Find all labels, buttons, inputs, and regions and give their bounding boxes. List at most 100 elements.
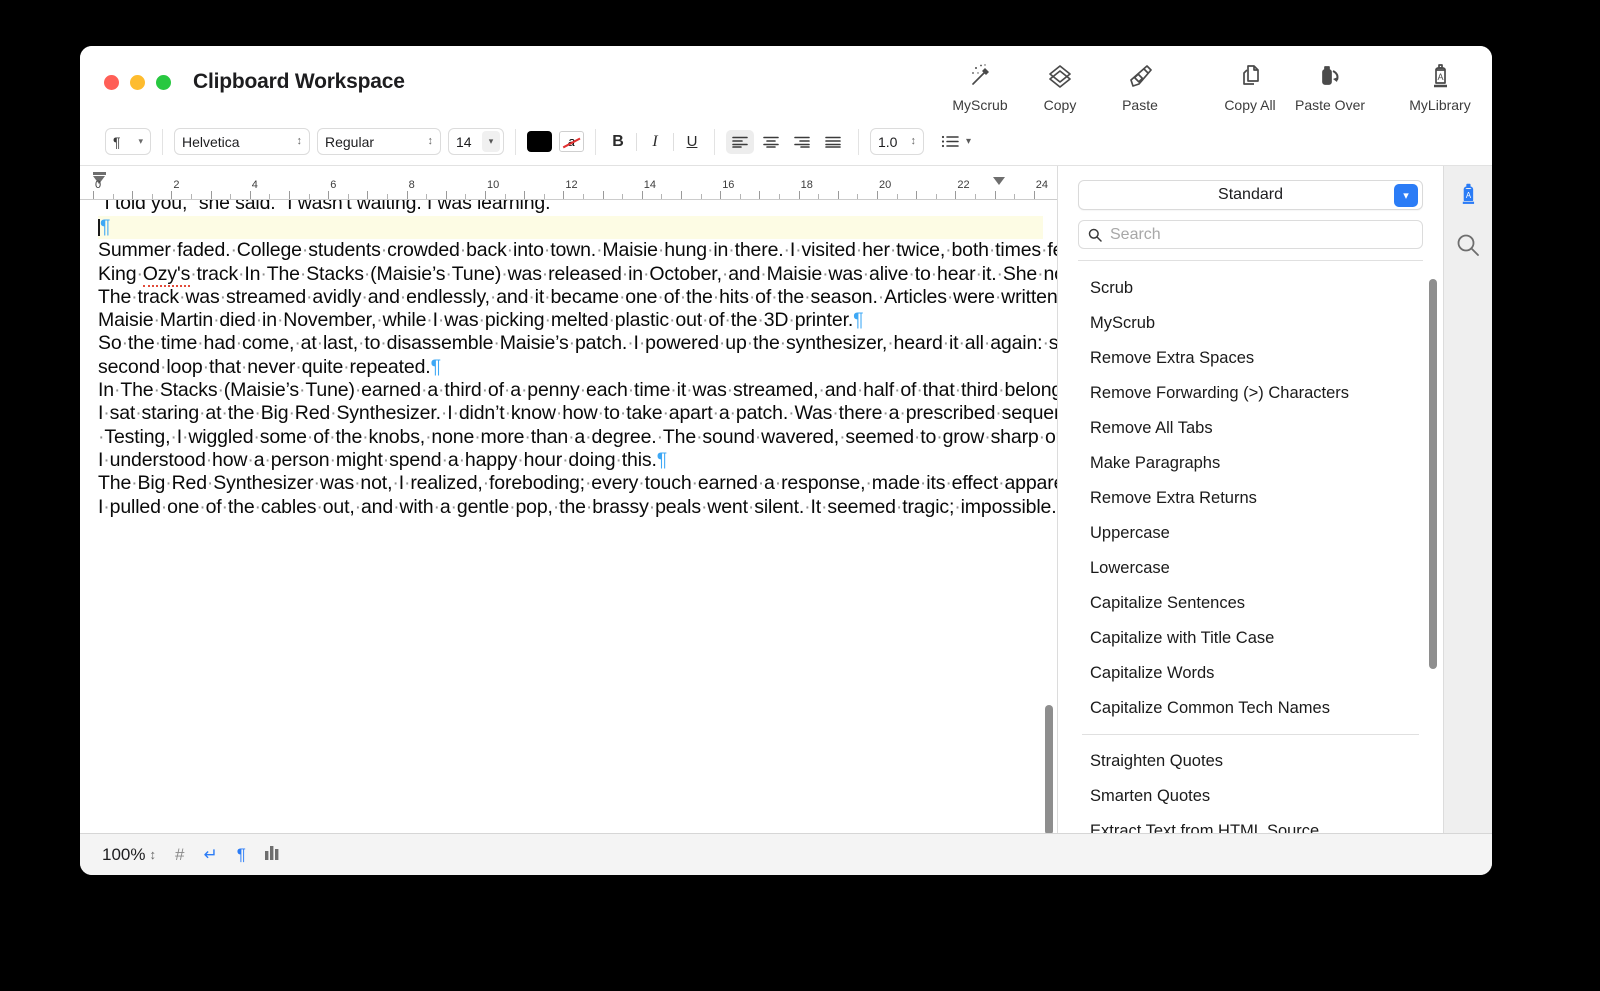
toolbar-button-copy[interactable]: Copy xyxy=(1020,52,1100,113)
document-scroll-area[interactable]: “I told you,” she said. “I wasn't waitin… xyxy=(80,200,1057,833)
first-line-indent-marker[interactable] xyxy=(93,172,106,175)
paragraph-style-select[interactable]: ¶ ▾ xyxy=(105,128,151,155)
stepper-icon[interactable]: ↕ xyxy=(149,848,156,861)
align-right-button[interactable] xyxy=(788,130,816,154)
italic-button[interactable]: I xyxy=(644,133,666,151)
ruler-tick xyxy=(799,191,800,199)
word: of xyxy=(708,309,724,331)
word: all xyxy=(965,332,984,354)
zoom-button[interactable] xyxy=(156,75,171,90)
document-paragraph[interactable]: So·the·time·had·come,·at·last,·to·disass… xyxy=(98,332,1043,379)
action-list-item[interactable]: Capitalize Words xyxy=(1058,656,1443,691)
text-color-swatch[interactable] xyxy=(527,131,552,152)
stats-bars-icon[interactable] xyxy=(265,845,282,865)
minimize-button[interactable] xyxy=(130,75,145,90)
ruler-tick xyxy=(132,191,133,199)
word: season. xyxy=(810,286,877,308)
pilcrow-invisible: ¶ xyxy=(853,309,863,331)
align-center-button[interactable] xyxy=(757,130,785,154)
action-list-item[interactable]: Uppercase xyxy=(1058,516,1443,551)
pilcrow-icon[interactable]: ¶ xyxy=(237,845,246,865)
word: spend xyxy=(389,449,441,471)
ruler-label: 6 xyxy=(330,179,336,191)
action-list-item[interactable]: Lowercase xyxy=(1058,551,1443,586)
action-list-item[interactable]: MyScrub xyxy=(1058,306,1443,341)
word: was xyxy=(692,379,726,401)
chevron-down-icon[interactable]: ▾ xyxy=(1394,184,1418,207)
toolbar-button-mylibrary[interactable]: A MyLibrary xyxy=(1400,52,1480,113)
word: brassy xyxy=(592,496,649,518)
word: every xyxy=(591,472,638,494)
word: while xyxy=(383,309,427,331)
action-list-item[interactable]: Make Paragraphs xyxy=(1058,446,1443,481)
return-arrow-icon[interactable]: ↵ xyxy=(203,845,217,865)
document-paragraph[interactable]: I·understood·how·a·person·might·spend·a·… xyxy=(98,449,1043,472)
document-paragraph[interactable]: The·track·was·streamed·avidly·and·endles… xyxy=(98,286,1043,309)
word: none xyxy=(431,426,474,448)
line-spacing-select[interactable]: 1.0 ↕ xyxy=(870,128,924,155)
actions-list[interactable]: ScrubMyScrubRemove Extra SpacesRemove Fo… xyxy=(1058,261,1443,833)
document-paragraph[interactable]: I·pulled·one·of·the·cables·out,·and·with… xyxy=(98,496,1043,519)
action-list-item[interactable]: Remove All Tabs xyxy=(1058,411,1443,446)
action-list-item[interactable]: Remove Extra Returns xyxy=(1058,481,1443,516)
ruler[interactable]: 024681012141618202224 xyxy=(80,166,1057,200)
toolbar-button-paste[interactable]: Paste xyxy=(1100,52,1180,113)
word: disassemble xyxy=(387,332,494,354)
toolbar-button-paste-over[interactable]: Paste Over xyxy=(1290,52,1370,113)
action-list-item[interactable]: Scrub xyxy=(1058,271,1443,306)
action-list-item[interactable]: Capitalize Common Tech Names xyxy=(1058,691,1443,726)
word: hear xyxy=(937,263,975,285)
action-list-item[interactable]: Capitalize Sentences xyxy=(1058,586,1443,621)
action-list-item[interactable]: Remove Forwarding (>) Characters xyxy=(1058,376,1443,411)
preset-select[interactable]: Standard ▾ xyxy=(1078,180,1423,210)
word: of xyxy=(664,286,680,308)
document-text[interactable]: “I told you,” she said. “I wasn't waitin… xyxy=(80,200,1057,519)
actions-scrollbar-thumb[interactable] xyxy=(1429,279,1437,669)
hash-icon[interactable]: # xyxy=(175,845,184,865)
align-left-button[interactable] xyxy=(726,130,754,154)
underline-button[interactable]: U xyxy=(681,133,703,150)
font-style-select[interactable]: Regular ↕ xyxy=(317,128,441,155)
font-size-select[interactable]: 14 ▾ xyxy=(448,128,504,155)
word: take xyxy=(626,402,662,424)
chevron-down-icon[interactable]: ▾ xyxy=(482,131,500,152)
word: each xyxy=(586,379,628,401)
ruler-tick xyxy=(622,194,623,199)
highlight-color-swatch[interactable]: a xyxy=(559,131,584,152)
word: and xyxy=(825,379,857,401)
word: Articles xyxy=(884,286,947,308)
word: soaring xyxy=(1049,332,1057,354)
action-list-item[interactable]: Remove Extra Spaces xyxy=(1058,341,1443,376)
document-paragraph[interactable]: Summer·faded.·College·students·crowded·b… xyxy=(98,239,1043,262)
toolbar-button-copy-all[interactable]: Copy All xyxy=(1210,52,1290,113)
action-list-item[interactable]: Extract Text from HTML Source xyxy=(1058,814,1443,833)
zoom-stepper[interactable]: 100% ↕ xyxy=(102,845,156,865)
bold-button[interactable]: B xyxy=(607,133,629,151)
word: into xyxy=(513,239,544,261)
document-paragraph[interactable]: I·sat·staring·at·the·Big·Red·Synthesizer… xyxy=(98,402,1043,449)
word: and xyxy=(728,263,760,285)
document-paragraph[interactable]: Maisie·Martin·died·in·November,·while·I·… xyxy=(98,309,1043,332)
toolbar-button-myscrub[interactable]: MyScrub xyxy=(940,52,1020,113)
word: some xyxy=(260,426,307,448)
ruler-tick xyxy=(857,194,858,199)
search-field[interactable]: Search xyxy=(1078,220,1423,249)
document-paragraph[interactable]: In·The·Stacks·(Maisie’s·Tune)·earned·a·t… xyxy=(98,379,1043,402)
align-justify-button[interactable] xyxy=(819,130,847,154)
action-list-item[interactable]: Smarten Quotes xyxy=(1058,779,1443,814)
action-list-item[interactable]: Capitalize with Title Case xyxy=(1058,621,1443,656)
font-family-select[interactable]: Helvetica ↕ xyxy=(174,128,310,155)
list-button[interactable]: ▾ xyxy=(941,135,971,148)
word: The xyxy=(267,263,300,285)
action-list-item[interactable]: Straighten Quotes xyxy=(1058,744,1443,779)
close-button[interactable] xyxy=(104,75,119,90)
document-paragraph[interactable]: King·Ozy's·track·In·The·Stacks·(Maisie’s… xyxy=(98,263,1043,286)
document-paragraph[interactable]: The·Big·Red·Synthesizer·was·not,·I·reali… xyxy=(98,472,1043,495)
document-scrollbar-thumb[interactable] xyxy=(1045,705,1053,833)
document-paragraph[interactable]: ¶ xyxy=(98,216,1043,239)
word: released xyxy=(548,263,622,285)
search-icon[interactable] xyxy=(1451,228,1485,262)
document-paragraphs[interactable]: ¶Summer·faded.·College·students·crowded·… xyxy=(98,216,1043,519)
library-ink-icon[interactable]: A xyxy=(1451,178,1485,212)
font-group: Helvetica ↕ Regular ↕ 14 ▾ xyxy=(163,128,515,155)
